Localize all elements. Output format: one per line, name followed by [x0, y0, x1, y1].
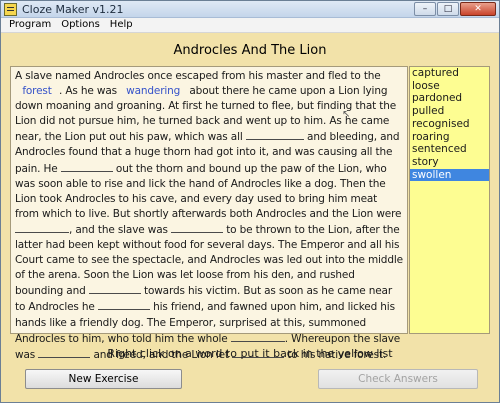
- word-list-panel[interactable]: captured loose pardoned pulled recognise…: [409, 66, 490, 334]
- blank-gap[interactable]: [97, 299, 150, 311]
- title-bar[interactable]: Cloze Maker v1.21 – □ ✕: [1, 1, 499, 18]
- app-icon: [4, 3, 17, 16]
- check-answers-button[interactable]: Check Answers: [318, 369, 478, 389]
- word-item[interactable]: pulled: [410, 105, 489, 118]
- word-item[interactable]: sentenced: [410, 143, 489, 156]
- maximize-button[interactable]: □: [437, 2, 459, 16]
- menu-options[interactable]: Options: [56, 18, 105, 32]
- blank-gap[interactable]: [171, 222, 224, 233]
- instructions-text: Right click on a word to put it back in …: [107, 347, 393, 360]
- menu-bar: Program Options Help: [1, 18, 499, 33]
- filled-blank[interactable]: wandering: [120, 84, 186, 99]
- story-segment: . As he was: [59, 85, 117, 98]
- close-button[interactable]: ✕: [460, 2, 496, 16]
- menu-program[interactable]: Program: [1, 18, 56, 32]
- blank-gap[interactable]: [88, 283, 141, 295]
- mouse-pointer-icon: ↖: [342, 109, 351, 120]
- window-title: Cloze Maker v1.21: [22, 3, 124, 16]
- blank-gap[interactable]: [60, 161, 113, 172]
- menu-help[interactable]: Help: [105, 18, 138, 32]
- app-window: Cloze Maker v1.21 – □ ✕ Program Options …: [0, 0, 500, 403]
- minimize-button[interactable]: –: [414, 2, 436, 16]
- new-exercise-button[interactable]: New Exercise: [25, 369, 182, 389]
- story-title: Androcles And The Lion: [173, 43, 327, 58]
- blank-gap[interactable]: [230, 331, 285, 342]
- word-item[interactable]: loose: [410, 80, 489, 93]
- filled-blank[interactable]: forest: [15, 84, 59, 99]
- word-item[interactable]: story: [410, 156, 489, 169]
- blank-gap[interactable]: [15, 222, 69, 233]
- word-item[interactable]: recognised: [410, 118, 489, 131]
- blank-gap[interactable]: [245, 129, 304, 141]
- word-item-selected[interactable]: swollen: [410, 168, 489, 182]
- word-item[interactable]: pardoned: [410, 92, 489, 105]
- story-segment: , and the slave was: [69, 223, 168, 236]
- story-segment: A slave named Androcles once escaped fro…: [15, 70, 381, 82]
- window-controls: – □ ✕: [414, 2, 496, 16]
- word-item[interactable]: captured: [410, 67, 489, 80]
- word-item[interactable]: roaring: [410, 131, 489, 144]
- cloze-text-panel[interactable]: A slave named Androcles once escaped fro…: [10, 66, 408, 361]
